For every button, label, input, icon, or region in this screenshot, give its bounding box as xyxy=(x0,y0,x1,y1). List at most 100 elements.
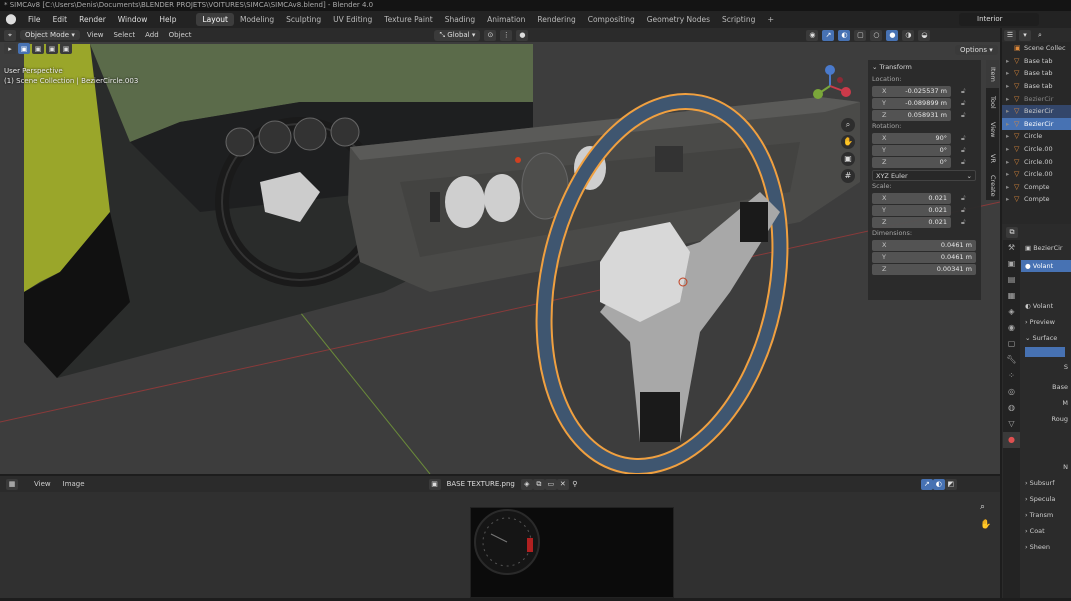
lock-icon[interactable]: 🔓︎ xyxy=(961,218,966,227)
expand-arrow-icon[interactable]: ▸ xyxy=(1006,170,1014,178)
outliner-item[interactable]: ▸ ▽ Base tab xyxy=(1002,67,1071,80)
lock-icon[interactable]: 🔓︎ xyxy=(961,206,966,215)
scale-y-field[interactable]: Y 0.021 xyxy=(872,204,951,216)
proportional-icon[interactable]: ● xyxy=(516,29,529,41)
pin-icon[interactable]: ⚲ xyxy=(569,479,581,490)
overlay-icon[interactable]: ◐ xyxy=(838,29,851,41)
pan-hand-icon[interactable]: ✋ xyxy=(980,520,991,530)
material-tab-icon[interactable]: ● xyxy=(1003,432,1020,448)
object-tab-icon[interactable]: ▢ xyxy=(1003,336,1020,352)
dimension-z-field[interactable]: Z 0.00341 m xyxy=(872,263,976,275)
physics-tab-icon[interactable]: ◎ xyxy=(1003,384,1020,400)
menu-image[interactable]: Image xyxy=(59,480,89,488)
rotation-y-field[interactable]: Y 0° xyxy=(872,144,951,156)
tab-vr[interactable]: VR xyxy=(986,144,999,172)
tab-uv-editing[interactable]: UV Editing xyxy=(327,13,378,26)
menu-help[interactable]: Help xyxy=(153,15,182,24)
tab-sculpting[interactable]: Sculpting xyxy=(280,13,327,26)
coat-section[interactable]: › Coat xyxy=(1021,523,1071,539)
shading-solid-icon[interactable]: ● xyxy=(886,29,899,41)
outliner-item[interactable]: ▸ ▽ BezierCir xyxy=(1002,117,1071,131)
select-tool-icon[interactable]: ▸ xyxy=(4,43,16,54)
menu-edit[interactable]: Edit xyxy=(47,15,74,24)
outliner-item[interactable]: ▸ ▽ Circle.00 xyxy=(1002,143,1071,156)
options-dropdown[interactable]: Options ▾ xyxy=(955,45,998,55)
expand-arrow-icon[interactable]: ▸ xyxy=(1006,57,1014,65)
tab-layout[interactable]: Layout xyxy=(196,13,234,26)
tab-texture-paint[interactable]: Texture Paint xyxy=(378,13,438,26)
open-folder-icon[interactable]: ▭ xyxy=(544,478,557,490)
shading-material-icon[interactable]: ◑ xyxy=(902,29,915,41)
zoom-icon[interactable]: ⌕ xyxy=(980,502,985,512)
gizmo-icon[interactable]: ↗ xyxy=(920,478,933,490)
editor-type-icon[interactable]: ⌖ xyxy=(4,29,16,41)
search-icon[interactable]: ⌕ xyxy=(1034,30,1046,41)
tab-geometry-nodes[interactable]: Geometry Nodes xyxy=(641,13,716,26)
render-tab-icon[interactable]: ▣ xyxy=(1003,256,1020,272)
outliner-item[interactable]: ▸ ▽ Compte xyxy=(1002,193,1071,206)
expand-arrow-icon[interactable]: ▸ xyxy=(1006,132,1014,140)
editor-type-icon[interactable]: ⧉ xyxy=(1006,226,1018,238)
add-workspace-icon[interactable]: + xyxy=(761,15,780,24)
pivot-icon[interactable]: ⊙ xyxy=(484,29,497,41)
menu-object[interactable]: Object xyxy=(166,31,195,39)
preview-section[interactable]: › Preview xyxy=(1021,314,1071,330)
lock-icon[interactable]: 🔓︎ xyxy=(961,194,966,203)
tab-animation[interactable]: Animation xyxy=(481,13,531,26)
expand-arrow-icon[interactable]: ▸ xyxy=(1006,145,1014,153)
expand-arrow-icon[interactable]: ▸ xyxy=(1006,195,1014,203)
rotation-z-field[interactable]: Z 0° xyxy=(872,156,951,168)
tab-modeling[interactable]: Modeling xyxy=(234,13,280,26)
expand-arrow-icon[interactable]: ▸ xyxy=(1006,95,1014,103)
tab-item[interactable]: Item xyxy=(986,60,999,88)
editor-type-icon[interactable]: ▦ xyxy=(6,478,18,490)
outliner-item[interactable]: ▸ ▽ Circle xyxy=(1002,130,1071,143)
view-layer-tab-icon[interactable]: ▦ xyxy=(1003,288,1020,304)
material-selector[interactable]: ◐ Volant xyxy=(1021,298,1071,314)
expand-arrow-icon[interactable]: ▸ xyxy=(1006,120,1014,128)
transform-header[interactable]: ⌄ Transform xyxy=(868,60,981,74)
filter-icon[interactable]: ▾ xyxy=(1019,29,1031,41)
expand-arrow-icon[interactable]: ▸ xyxy=(1006,82,1014,90)
tab-create[interactable]: Create xyxy=(986,172,999,200)
lock-icon[interactable]: 🔓︎ xyxy=(961,158,966,167)
gizmo-icon[interactable]: ↗ xyxy=(822,29,835,41)
object-mode-dropdown[interactable]: Object Mode ▾ xyxy=(20,30,80,40)
lock-icon[interactable]: 🔓︎ xyxy=(961,146,966,155)
tab-tool[interactable]: Tool xyxy=(986,88,999,116)
tab-rendering[interactable]: Rendering xyxy=(531,13,581,26)
menu-add[interactable]: Add xyxy=(142,31,162,39)
editor-type-icon[interactable]: ☰ xyxy=(1004,29,1016,41)
expand-arrow-icon[interactable]: ▸ xyxy=(1006,183,1014,191)
sheen-section[interactable]: › Sheen xyxy=(1021,539,1071,555)
camera-icon[interactable]: ▣ xyxy=(841,152,855,166)
transmission-section[interactable]: › Transm xyxy=(1021,507,1071,523)
outliner-item[interactable]: ▸ ▽ BezierCir xyxy=(1002,104,1071,118)
fake-user-icon[interactable]: ◈ xyxy=(520,478,533,490)
menu-select[interactable]: Select xyxy=(110,31,138,39)
select-extend-icon[interactable]: ▣ xyxy=(32,43,44,54)
image-name-field[interactable]: BASE TEXTURE.png xyxy=(441,480,521,488)
expand-arrow-icon[interactable]: ▸ xyxy=(1006,69,1014,77)
shading-wire-icon[interactable]: ○ xyxy=(870,29,883,41)
pan-hand-icon[interactable]: ✋ xyxy=(841,135,855,149)
image-browse-icon[interactable]: ▣ xyxy=(428,478,441,490)
lock-icon[interactable]: 🔓︎ xyxy=(961,134,966,143)
menu-render[interactable]: Render xyxy=(73,15,112,24)
menu-view[interactable]: View xyxy=(26,480,59,488)
location-y-field[interactable]: Y -0.089899 m xyxy=(872,97,951,109)
location-x-field[interactable]: X -0.025537 m xyxy=(872,85,951,97)
lock-icon[interactable]: 🔓︎ xyxy=(961,99,966,108)
tool-tab-icon[interactable]: ⚒ xyxy=(1003,240,1020,256)
outliner-item[interactable]: ▸ ▽ Base tab xyxy=(1002,55,1071,68)
dimension-x-field[interactable]: X 0.0461 m xyxy=(872,239,976,251)
display-channels-icon[interactable]: ◩ xyxy=(944,478,957,490)
visibility-icon[interactable]: ◉ xyxy=(806,29,819,41)
snap-icon[interactable]: ⋮ xyxy=(500,29,513,41)
outliner-item[interactable]: ▸ ▽ Base tab xyxy=(1002,80,1071,93)
outliner-scene-collection[interactable]: ▣ Scene Collec xyxy=(1002,42,1071,55)
lock-icon[interactable]: 🔓︎ xyxy=(961,87,966,96)
overlay-icon[interactable]: ◐ xyxy=(932,478,945,490)
scale-x-field[interactable]: X 0.021 xyxy=(872,192,951,204)
tab-shading[interactable]: Shading xyxy=(439,13,481,26)
